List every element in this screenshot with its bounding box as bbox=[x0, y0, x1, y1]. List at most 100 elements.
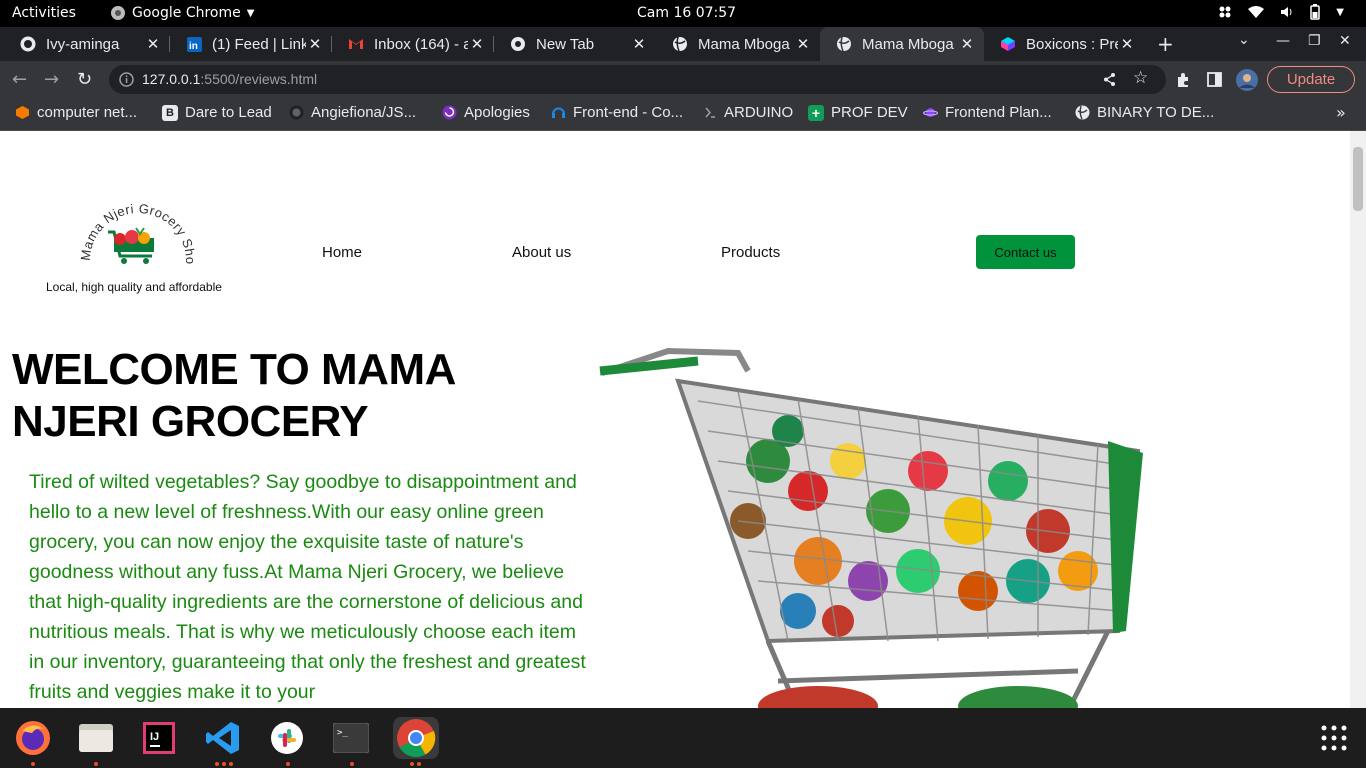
tab-new-tab[interactable]: New Tab ✕ bbox=[494, 27, 656, 61]
tab-mama-mboga-active[interactable]: Mama Mboga ✕ bbox=[820, 27, 984, 61]
close-icon[interactable]: ✕ bbox=[306, 35, 324, 53]
share-icon[interactable] bbox=[1102, 72, 1117, 87]
activities-button[interactable]: Activities bbox=[12, 5, 76, 21]
url-text[interactable]: 127.0.0.1:5500/reviews.html bbox=[142, 71, 317, 87]
tab-github[interactable]: Ivy-aminga ✕ bbox=[4, 27, 170, 61]
minimize-button[interactable]: — bbox=[1276, 33, 1290, 49]
clock[interactable]: Cam 16 07:57 bbox=[637, 5, 736, 21]
side-panel-icon[interactable] bbox=[1207, 72, 1222, 87]
bookmark-angiefiona[interactable]: Angiefiona/JS... bbox=[288, 104, 416, 121]
bookmark-dare-to-lead[interactable]: B Dare to Lead bbox=[162, 104, 272, 121]
firefox-icon[interactable] bbox=[12, 717, 54, 759]
svg-text:IJ: IJ bbox=[150, 731, 159, 743]
vscode-icon[interactable] bbox=[202, 717, 244, 759]
maximize-button[interactable]: ❐ bbox=[1308, 33, 1321, 49]
close-icon[interactable]: ✕ bbox=[958, 35, 976, 53]
running-indicator bbox=[222, 762, 226, 766]
tab-gmail[interactable]: Inbox (164) - ai ✕ bbox=[332, 27, 494, 61]
chevron-down-icon: ▼ bbox=[1336, 6, 1344, 18]
plus-icon: + bbox=[808, 104, 824, 121]
forward-button[interactable]: → bbox=[44, 69, 59, 90]
bookmarks-bar: computer net... B Dare to Lead Angiefion… bbox=[0, 98, 1366, 131]
show-applications-button[interactable] bbox=[1313, 717, 1355, 759]
arduino-icon bbox=[701, 105, 717, 121]
globe-icon bbox=[836, 36, 852, 52]
tab-mama-mboga[interactable]: Mama Mboga ✕ bbox=[656, 27, 820, 61]
close-window-button[interactable]: ✕ bbox=[1339, 33, 1351, 49]
system-top-bar: Activities Google Chrome ▼ Cam 16 07:57 … bbox=[0, 0, 1366, 27]
info-icon[interactable] bbox=[119, 72, 134, 87]
running-indicator bbox=[417, 762, 421, 766]
tab-search-button[interactable]: ⌄ bbox=[1238, 32, 1250, 48]
bookmark-label: Angiefiona/JS... bbox=[311, 104, 417, 121]
address-bar[interactable]: 127.0.0.1:5500/reviews.html ☆ bbox=[109, 65, 1166, 94]
chevron-down-icon: ▼ bbox=[246, 7, 255, 19]
page-scrollbar[interactable] bbox=[1350, 131, 1366, 708]
bookmark-label: PROF DEV bbox=[831, 104, 908, 121]
nav-about-us[interactable]: About us bbox=[512, 244, 571, 261]
chrome-icon bbox=[111, 6, 125, 20]
files-icon[interactable] bbox=[75, 717, 117, 759]
bookmark-label: Front-end - Co... bbox=[573, 104, 684, 121]
running-indicator bbox=[229, 762, 233, 766]
scrollbar-thumb[interactable] bbox=[1353, 147, 1363, 211]
bookmark-arduino[interactable]: ARDUINO bbox=[701, 104, 793, 121]
cart-icon bbox=[108, 227, 154, 264]
app-menu[interactable]: Google Chrome ▼ bbox=[110, 5, 254, 21]
wifi-icon bbox=[1248, 6, 1265, 18]
headset-icon bbox=[550, 105, 566, 121]
slack-icon[interactable] bbox=[266, 717, 308, 759]
terminal-icon[interactable]: >_ bbox=[330, 717, 372, 759]
globe-icon bbox=[672, 36, 688, 52]
bookmark-prof-dev[interactable]: + PROF DEV bbox=[808, 104, 908, 121]
running-indicator bbox=[31, 762, 35, 766]
bookmark-label: ARDUINO bbox=[724, 104, 794, 121]
tab-linkedin[interactable]: in (1) Feed | LinkedIn ✕ bbox=[170, 27, 332, 61]
boxicons-icon bbox=[1000, 36, 1016, 52]
close-icon[interactable]: ✕ bbox=[1118, 35, 1136, 53]
bookmark-apologies[interactable]: Apologies bbox=[441, 104, 530, 121]
tab-title: (1) Feed | LinkedIn bbox=[212, 35, 306, 53]
hero-title: WELCOME TO MAMA NJERI GROCERY bbox=[12, 345, 455, 446]
app-name: Google Chrome bbox=[132, 5, 241, 21]
bookmark-label: BINARY TO DE... bbox=[1097, 104, 1215, 121]
slack-tray-icon bbox=[1219, 6, 1231, 18]
close-icon[interactable]: ✕ bbox=[144, 35, 162, 53]
close-icon[interactable]: ✕ bbox=[794, 35, 812, 53]
star-icon[interactable]: ☆ bbox=[1133, 68, 1148, 88]
more-bookmarks-icon[interactable]: » bbox=[1336, 103, 1346, 122]
avatar[interactable] bbox=[1236, 69, 1258, 91]
running-indicator bbox=[350, 762, 354, 766]
bookmark-frontend-plan[interactable]: Frontend Plan... bbox=[922, 104, 1052, 121]
b-icon: B bbox=[162, 104, 178, 121]
running-indicator bbox=[215, 762, 219, 766]
tab-boxicons[interactable]: Boxicons : Pre ✕ bbox=[984, 27, 1144, 61]
grocery-cart-image bbox=[599, 347, 1143, 708]
chrome-icon bbox=[510, 36, 526, 52]
gmail-icon bbox=[348, 36, 364, 52]
tagline: Local, high quality and affordable bbox=[46, 280, 222, 294]
nav-products[interactable]: Products bbox=[721, 244, 780, 261]
bookmark-label: Frontend Plan... bbox=[945, 104, 1052, 121]
intellij-icon[interactable]: IJ bbox=[138, 717, 180, 759]
new-tab-button[interactable]: + bbox=[1157, 32, 1174, 56]
tab-title: Inbox (164) - ai bbox=[374, 35, 468, 53]
bookmark-binary-to-de[interactable]: BINARY TO DE... bbox=[1074, 104, 1214, 121]
update-button[interactable]: Update bbox=[1267, 66, 1355, 93]
globe-icon bbox=[1074, 105, 1090, 121]
bookmark-computer-net[interactable]: computer net... bbox=[14, 104, 137, 121]
bookmark-label: Dare to Lead bbox=[185, 104, 272, 121]
close-icon[interactable]: ✕ bbox=[468, 35, 486, 53]
chrome-icon[interactable] bbox=[393, 717, 439, 759]
tab-title: Ivy-aminga bbox=[46, 35, 120, 53]
tab-title: Mama Mboga bbox=[698, 35, 790, 53]
close-icon[interactable]: ✕ bbox=[630, 35, 648, 53]
extensions-icon[interactable] bbox=[1175, 72, 1191, 88]
back-button[interactable]: ← bbox=[12, 69, 27, 90]
reload-button[interactable]: ↻ bbox=[77, 69, 92, 90]
nav-home[interactable]: Home bbox=[322, 244, 362, 261]
running-indicator bbox=[286, 762, 290, 766]
bookmark-front-end[interactable]: Front-end - Co... bbox=[550, 104, 683, 121]
contact-us-button[interactable]: Contact us bbox=[976, 235, 1075, 269]
system-tray[interactable]: ▼ bbox=[1218, 4, 1344, 20]
